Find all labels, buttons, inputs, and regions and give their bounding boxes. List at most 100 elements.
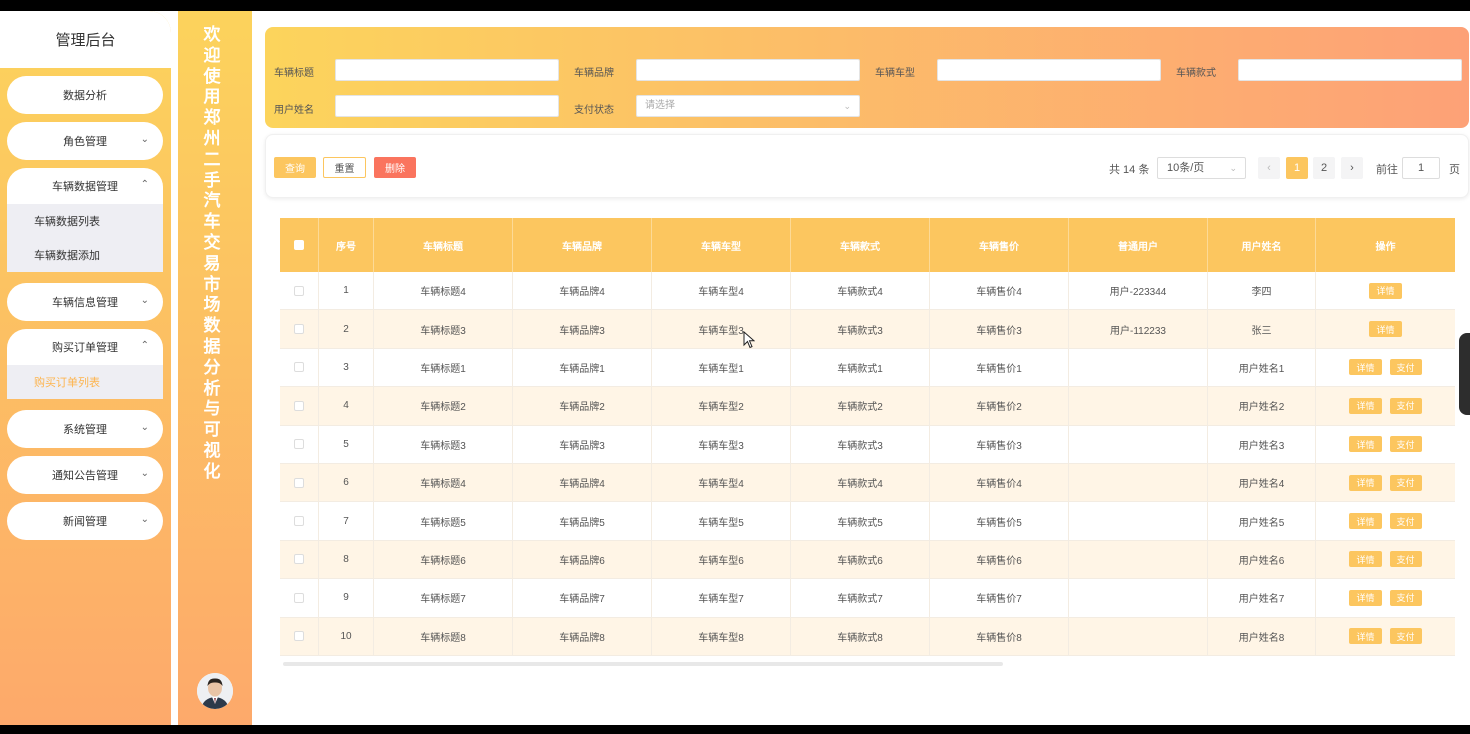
sidebar-item-data-analysis[interactable]: 数据分析 <box>7 76 163 114</box>
vehicle-title-input[interactable] <box>335 59 559 81</box>
row-checkbox[interactable] <box>294 400 304 411</box>
detail-button[interactable]: 详情 <box>1369 321 1402 338</box>
table-cell-idx: 10 <box>319 617 374 656</box>
pay-button[interactable]: 支付 <box>1389 436 1422 453</box>
page-2-button[interactable]: 2 <box>1313 157 1335 179</box>
sidebar-subitem-car-data-list[interactable]: 车辆数据列表 <box>7 204 163 238</box>
orders-table: 序号 车辆标题 车辆品牌 车辆车型 车辆款式 车辆售价 普通用户 用户姓名 操作… <box>280 218 1455 656</box>
avatar[interactable] <box>197 673 233 709</box>
table-cell-price: 车辆售价4 <box>930 272 1069 311</box>
page-size-select[interactable]: 10条/页 ⌄ <box>1157 157 1246 179</box>
chevron-down-icon: ⌄ <box>140 514 149 525</box>
table-cell-model: 车辆车型4 <box>652 272 791 311</box>
pay-button[interactable]: 支付 <box>1389 551 1422 568</box>
detail-button[interactable]: 详情 <box>1349 589 1382 606</box>
goto-page-input[interactable]: 1 <box>1402 157 1440 179</box>
vehicle-brand-input[interactable] <box>636 59 860 81</box>
detail-button[interactable]: 详情 <box>1349 359 1382 376</box>
table-cell-title: 车辆标题3 <box>374 425 513 464</box>
header-cell: 车辆售价 <box>930 218 1069 272</box>
table-row[interactable]: 4 车辆标题2 车辆品牌2 车辆车型2 车辆款式2 车辆售价2 用户姓名2 详情 支付 <box>280 387 1455 426</box>
row-checkbox[interactable] <box>294 554 304 565</box>
table-row[interactable]: 3 车辆标题1 车辆品牌1 车辆车型1 车辆款式1 车辆售价1 用户姓名1 详情 支付 <box>280 348 1455 388</box>
page-size-value: 10条/页 <box>1167 162 1205 174</box>
row-checkbox[interactable] <box>294 439 304 450</box>
detail-button[interactable]: 详情 <box>1349 513 1382 530</box>
select-all-checkbox[interactable] <box>294 240 304 250</box>
sidebar-subitem-order-list[interactable]: 购买订单列表 <box>7 365 163 399</box>
chevron-down-icon: ⌄ <box>140 134 149 145</box>
sidebar-item-notice-mgmt[interactable]: 通知公告管理 ⌄ <box>7 456 163 494</box>
detail-button[interactable]: 详情 <box>1349 397 1382 414</box>
sidebar-item-news-mgmt[interactable]: 新闻管理 ⌄ <box>7 502 163 540</box>
row-checkbox[interactable] <box>294 631 304 642</box>
detail-button[interactable]: 详情 <box>1349 628 1382 645</box>
horizontal-scrollbar[interactable] <box>283 662 1003 666</box>
detail-button[interactable]: 详情 <box>1349 551 1382 568</box>
vehicle-model-input[interactable] <box>937 59 1161 81</box>
table-row[interactable]: 5 车辆标题3 车辆品牌3 车辆车型3 车辆款式3 车辆售价3 用户姓名3 详情 支付 <box>280 425 1455 464</box>
chevron-up-icon: ⌃ <box>140 340 149 351</box>
table-cell-style: 车辆款式2 <box>791 387 930 426</box>
pay-button[interactable]: 支付 <box>1389 474 1422 491</box>
username-input[interactable] <box>335 95 559 117</box>
sidebar-item-label: 通知公告管理 <box>52 470 118 482</box>
row-checkbox[interactable] <box>294 592 304 603</box>
table-cell-price: 车辆售价3 <box>930 425 1069 464</box>
row-checkbox[interactable] <box>294 516 304 527</box>
query-button[interactable]: 查询 <box>274 157 316 178</box>
delete-button[interactable]: 删除 <box>374 157 416 178</box>
pay-button[interactable]: 支付 <box>1389 359 1422 376</box>
detail-button[interactable]: 详情 <box>1349 436 1382 453</box>
table-cell-model: 车辆车型1 <box>652 348 791 388</box>
table-cell-name: 用户姓名1 <box>1208 348 1316 388</box>
goto-label: 前往 <box>1376 164 1398 176</box>
pay-button[interactable]: 支付 <box>1389 628 1422 645</box>
row-checkbox[interactable] <box>294 324 304 335</box>
table-row[interactable]: 8 车辆标题6 车辆品牌6 车辆车型6 车辆款式6 车辆售价6 用户姓名6 详情 支付 <box>280 540 1455 580</box>
vehicle-style-input[interactable] <box>1238 59 1462 81</box>
table-row[interactable]: 2 车辆标题3 车辆品牌3 车辆车型3 车辆款式3 车辆售价3 用户-112233 张三 详情 <box>280 310 1455 349</box>
table-row[interactable]: 6 车辆标题4 车辆品牌4 车辆车型4 车辆款式4 车辆售价4 用户姓名4 详情 支付 <box>280 463 1455 503</box>
table-cell-brand: 车辆品牌2 <box>513 387 652 426</box>
sidebar-item-car-data-mgmt[interactable]: 车辆数据管理 ⌃ <box>7 168 163 204</box>
table-cell-idx: 3 <box>319 348 374 388</box>
table-cell-model: 车辆车型4 <box>652 463 791 503</box>
sidebar-item-car-info-mgmt[interactable]: 车辆信息管理 ⌄ <box>7 283 163 321</box>
sidebar-item-order-mgmt[interactable]: 购买订单管理 ⌃ <box>7 329 163 365</box>
detail-button[interactable]: 详情 <box>1349 474 1382 491</box>
header-cell: 车辆款式 <box>791 218 930 272</box>
pay-button[interactable]: 支付 <box>1389 513 1422 530</box>
vehicle-brand-label: 车辆品牌 <box>574 68 614 79</box>
actions-cell: 详情 <box>1316 310 1455 349</box>
table-row[interactable]: 7 车辆标题5 车辆品牌5 车辆车型5 车辆款式5 车辆售价5 用户姓名5 详情 支付 <box>280 502 1455 541</box>
user-avatar-icon <box>197 673 233 709</box>
table-row[interactable]: 9 车辆标题7 车辆品牌7 车辆车型7 车辆款式7 车辆售价7 用户姓名7 详情 支付 <box>280 579 1455 618</box>
table-cell-title: 车辆标题1 <box>374 348 513 388</box>
table-cell-idx: 4 <box>319 387 374 426</box>
sidebar-item-role-mgmt[interactable]: 角色管理 ⌄ <box>7 122 163 160</box>
page-1-button[interactable]: 1 <box>1286 157 1308 179</box>
prev-page-button[interactable]: ‹ <box>1258 157 1280 179</box>
row-checkbox[interactable] <box>294 362 304 373</box>
side-drawer-handle[interactable] <box>1459 333 1470 415</box>
chevron-down-icon: ⌄ <box>140 468 149 479</box>
vehicle-model-label: 车辆车型 <box>875 68 915 79</box>
row-checkbox[interactable] <box>294 477 304 488</box>
reset-button[interactable]: 重置 <box>323 157 366 178</box>
row-checkbox[interactable] <box>294 285 304 296</box>
sidebar-subitem-car-data-add[interactable]: 车辆数据添加 <box>7 238 163 272</box>
table-cell-style: 车辆款式4 <box>791 272 930 311</box>
pay-button[interactable]: 支付 <box>1389 397 1422 414</box>
header-cell: 序号 <box>319 218 374 272</box>
next-page-button[interactable]: › <box>1341 157 1363 179</box>
table-cell-style: 车辆款式7 <box>791 579 930 618</box>
pay-button[interactable]: 支付 <box>1389 589 1422 606</box>
table-cell-name: 用户姓名4 <box>1208 463 1316 503</box>
pay-status-select[interactable]: 请选择 ⌄ <box>636 95 860 117</box>
table-row[interactable]: 1 车辆标题4 车辆品牌4 车辆车型4 车辆款式4 车辆售价4 用户-223344 李四 详情 <box>280 272 1455 311</box>
sidebar-item-system-mgmt[interactable]: 系统管理 ⌄ <box>7 410 163 448</box>
table-row[interactable]: 10 车辆标题8 车辆品牌8 车辆车型8 车辆款式8 车辆售价8 用户姓名8 详情 支付 <box>280 617 1455 656</box>
actions-cell: 详情 <box>1316 272 1455 311</box>
detail-button[interactable]: 详情 <box>1369 282 1402 299</box>
